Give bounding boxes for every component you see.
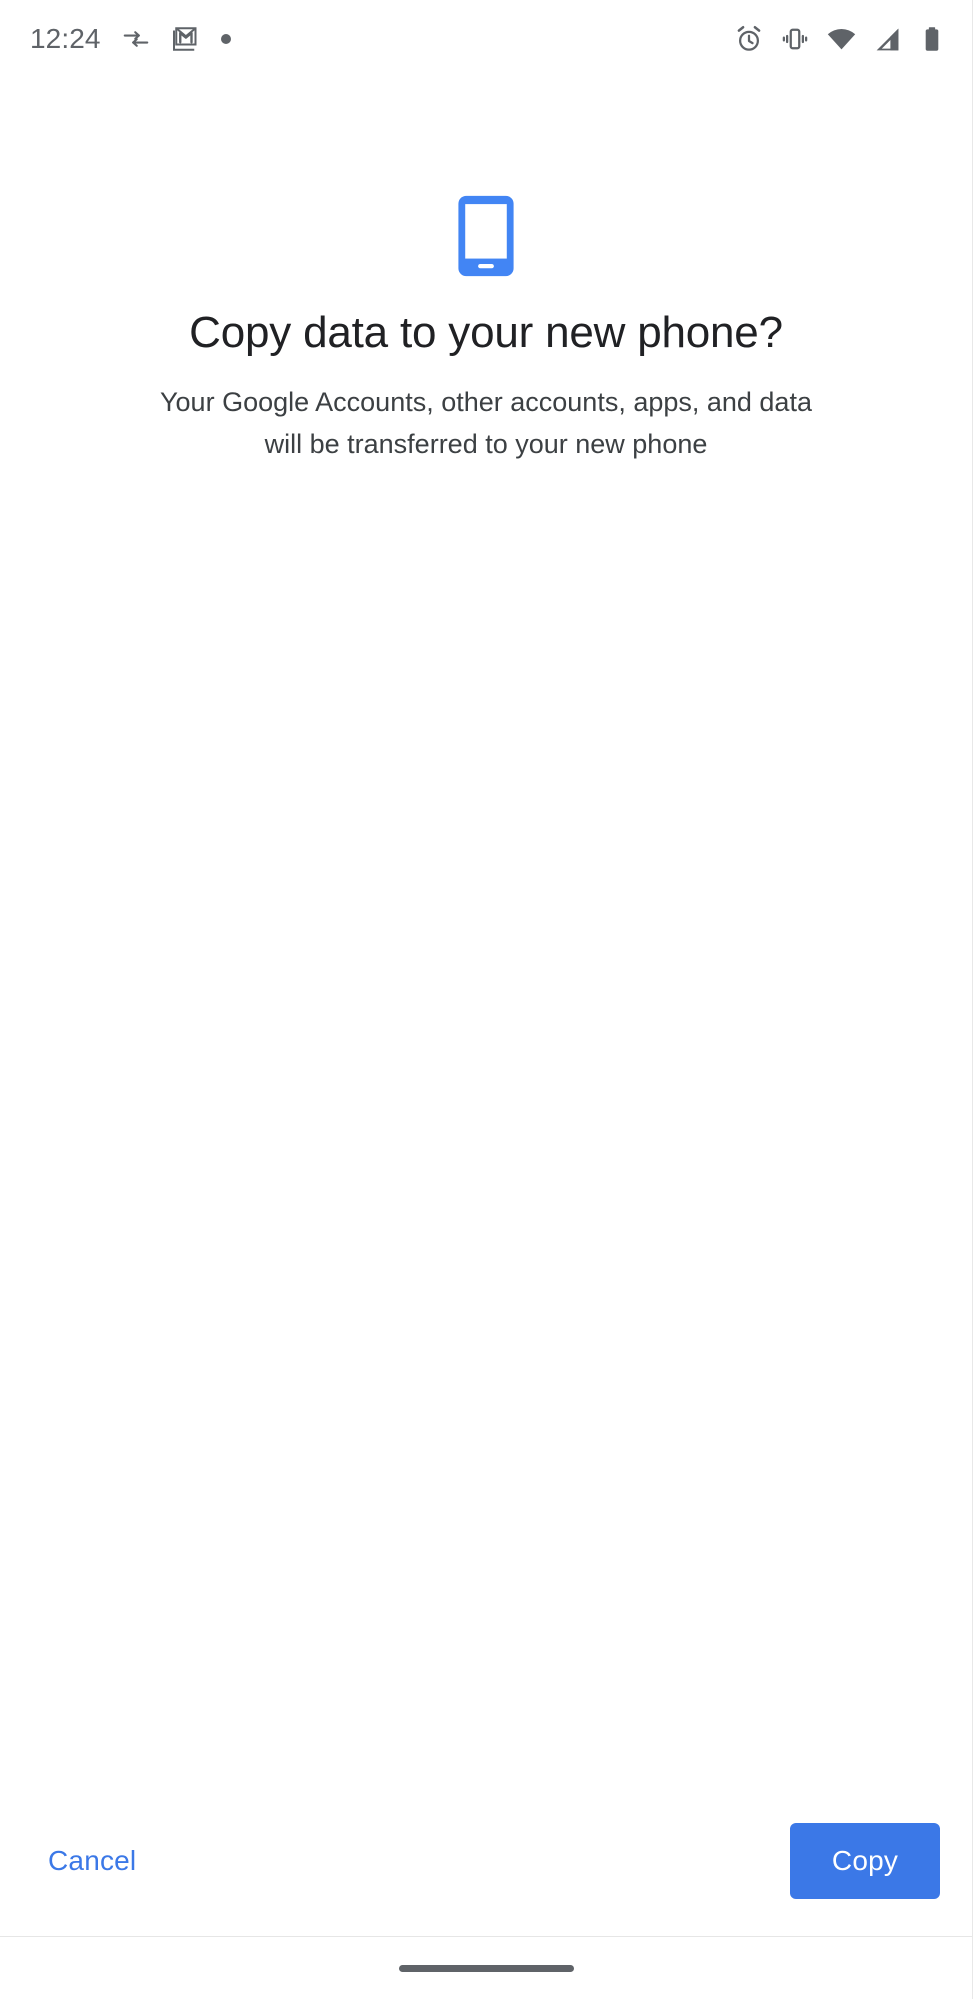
action-bar: Cancel Copy bbox=[0, 1786, 972, 1936]
status-clock: 12:24 bbox=[30, 23, 101, 54]
status-bar-left: 12:24 bbox=[30, 24, 231, 54]
status-bar-right bbox=[734, 24, 946, 55]
battery-icon bbox=[918, 25, 946, 53]
alarm-icon bbox=[734, 24, 764, 54]
wifi-icon bbox=[826, 24, 857, 55]
cellular-signal-icon bbox=[873, 25, 902, 54]
page-subtitle: Your Google Accounts, other accounts, ap… bbox=[160, 386, 812, 459]
cancel-button[interactable]: Cancel bbox=[44, 1835, 140, 1887]
page-title: Copy data to your new phone? bbox=[189, 308, 783, 357]
gesture-navigation-handle[interactable] bbox=[398, 1964, 574, 1972]
smartphone-icon bbox=[455, 193, 517, 279]
copy-button[interactable]: Copy bbox=[790, 1823, 940, 1899]
gmail-icon bbox=[171, 24, 201, 54]
phone-screen: 12:24 Copy data to your new phone? Your … bbox=[0, 0, 973, 1999]
main-content: Copy data to your new phone? Your Google… bbox=[0, 78, 972, 1786]
notification-dot-icon bbox=[220, 34, 231, 44]
vibrate-icon bbox=[780, 24, 810, 54]
status-bar: 12:24 bbox=[0, 0, 972, 78]
data-transfer-icon bbox=[121, 24, 151, 54]
navigation-bar bbox=[0, 1936, 972, 1999]
